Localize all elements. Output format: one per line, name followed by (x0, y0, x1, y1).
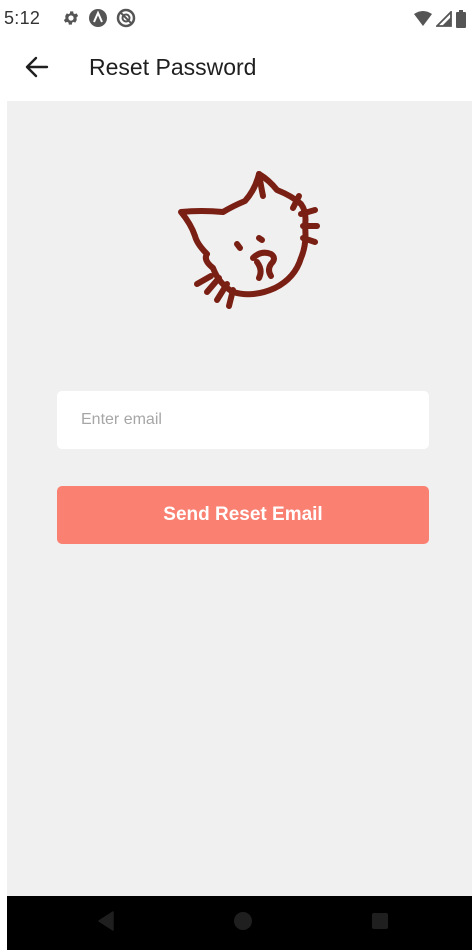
status-bar: 5:12 (0, 0, 472, 40)
app-screen: 5:12 Reset Password Enter email Send Res… (0, 0, 472, 950)
reset-password-form: Send Reset Email (7, 101, 472, 896)
app-bar: Reset Password (0, 40, 472, 100)
page-title: Reset Password (89, 54, 257, 80)
email-field[interactable] (57, 391, 429, 449)
settings-icon (62, 9, 80, 32)
arrow-left-icon (25, 56, 49, 83)
nav-back-button[interactable] (95, 910, 117, 936)
cat-doodle-icon (167, 166, 327, 326)
recents-square-icon (371, 912, 389, 935)
system-nav-bar (7, 896, 472, 950)
battery-icon (456, 10, 466, 33)
wifi-icon (414, 11, 432, 32)
back-triangle-icon (97, 910, 115, 936)
autofill-a-icon (88, 8, 108, 33)
nav-recents-button[interactable] (369, 912, 391, 934)
nav-home-button[interactable] (232, 911, 254, 936)
data-saver-icon (116, 8, 136, 33)
send-reset-email-button[interactable]: Send Reset Email (57, 486, 429, 544)
home-circle-icon (233, 911, 253, 936)
status-icons-right (414, 9, 466, 33)
status-time: 5:12 (4, 8, 41, 28)
status-icons-left (62, 8, 136, 33)
signal-icon (434, 9, 452, 32)
back-button[interactable] (20, 54, 54, 84)
